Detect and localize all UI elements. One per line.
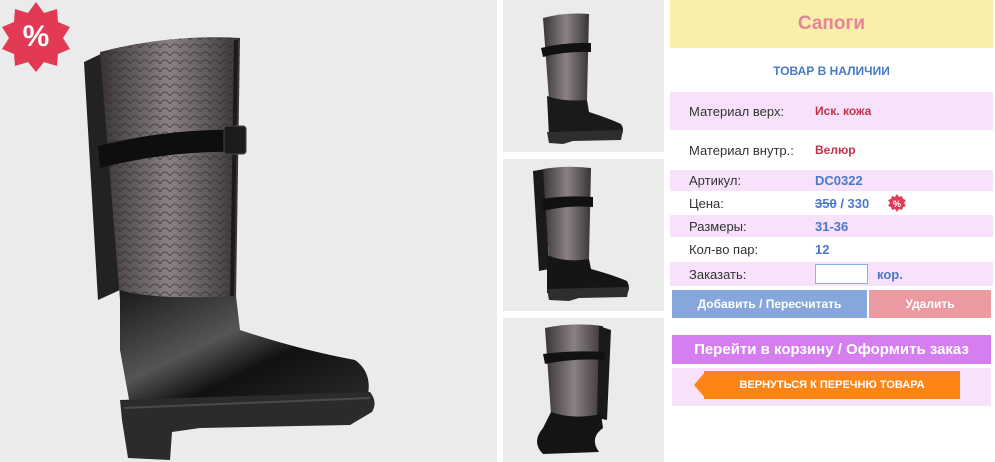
price-old: 350 [815,195,837,211]
thumbnail-1[interactable] [503,0,664,152]
delete-button[interactable]: Удалить [869,290,991,318]
row-material-outer: Материал верх: Иск. кожа [670,92,993,130]
thumbnail-3[interactable] [503,318,664,462]
row-price: Цена: 350 / 330 % [670,192,993,214]
pairs-value: 12 [815,242,830,257]
boot-thumbnail-image [537,324,611,454]
stock-status: ТОВАР В НАЛИЧИИ [773,64,890,78]
product-title: Сапоги [797,13,866,34]
row-pairs: Кол-во пар: 12 [670,238,993,261]
product-title-box: Сапоги [670,0,993,48]
material-outer-value: Иск. кожа [815,104,872,118]
price-new: 330 [847,195,870,211]
order-unit: кор. [877,266,903,282]
boot-thumbnail-image [533,166,629,301]
row-material-inner: Материал внутр.: Велюр [670,132,993,168]
boot-image [84,37,375,460]
article-label: Артикул: [689,173,742,188]
boot-thumbnail-image [541,13,623,144]
sizes-label: Размеры: [689,218,747,234]
row-order: Заказать: кор. [670,262,993,286]
row-sizes: Размеры: 31-36 [670,215,993,237]
main-product-photo: % [0,0,497,462]
price-separator: / [836,195,848,211]
price-discount-symbol: % [893,199,901,209]
discount-symbol: % [23,20,50,53]
discount-percent-icon: % [2,2,70,72]
back-container: ВЕРНУТЬСЯ К ПЕРЕЧНЮ ТОВАРА [672,368,991,406]
order-quantity-input[interactable] [815,264,868,284]
sizes-value: 31-36 [815,218,849,234]
thumbnail-2[interactable] [503,159,664,311]
material-inner-label: Материал внутр.: [689,142,794,158]
pairs-label: Кол-во пар: [689,242,759,257]
price-value: 350 / 330 [815,196,869,211]
product-info-panel: Сапоги ТОВАР В НАЛИЧИИ Материал верх: Ис… [670,0,993,462]
material-inner-value: Велюр [815,143,856,157]
article-value: DC0322 [815,173,863,188]
back-to-list-button[interactable]: ВЕРНУТЬСЯ К ПЕРЕЧНЮ ТОВАРА [704,371,960,399]
order-label: Заказать: [689,266,747,282]
price-label: Цена: [689,195,724,211]
material-outer-label: Материал верх: [689,103,785,119]
go-to-cart-button[interactable]: Перейти в корзину / Оформить заказ [672,335,991,364]
row-article: Артикул: DC0322 [670,170,993,191]
add-recalculate-button[interactable]: Добавить / Пересчитать [672,290,867,318]
price-discount-icon: % [888,194,906,212]
